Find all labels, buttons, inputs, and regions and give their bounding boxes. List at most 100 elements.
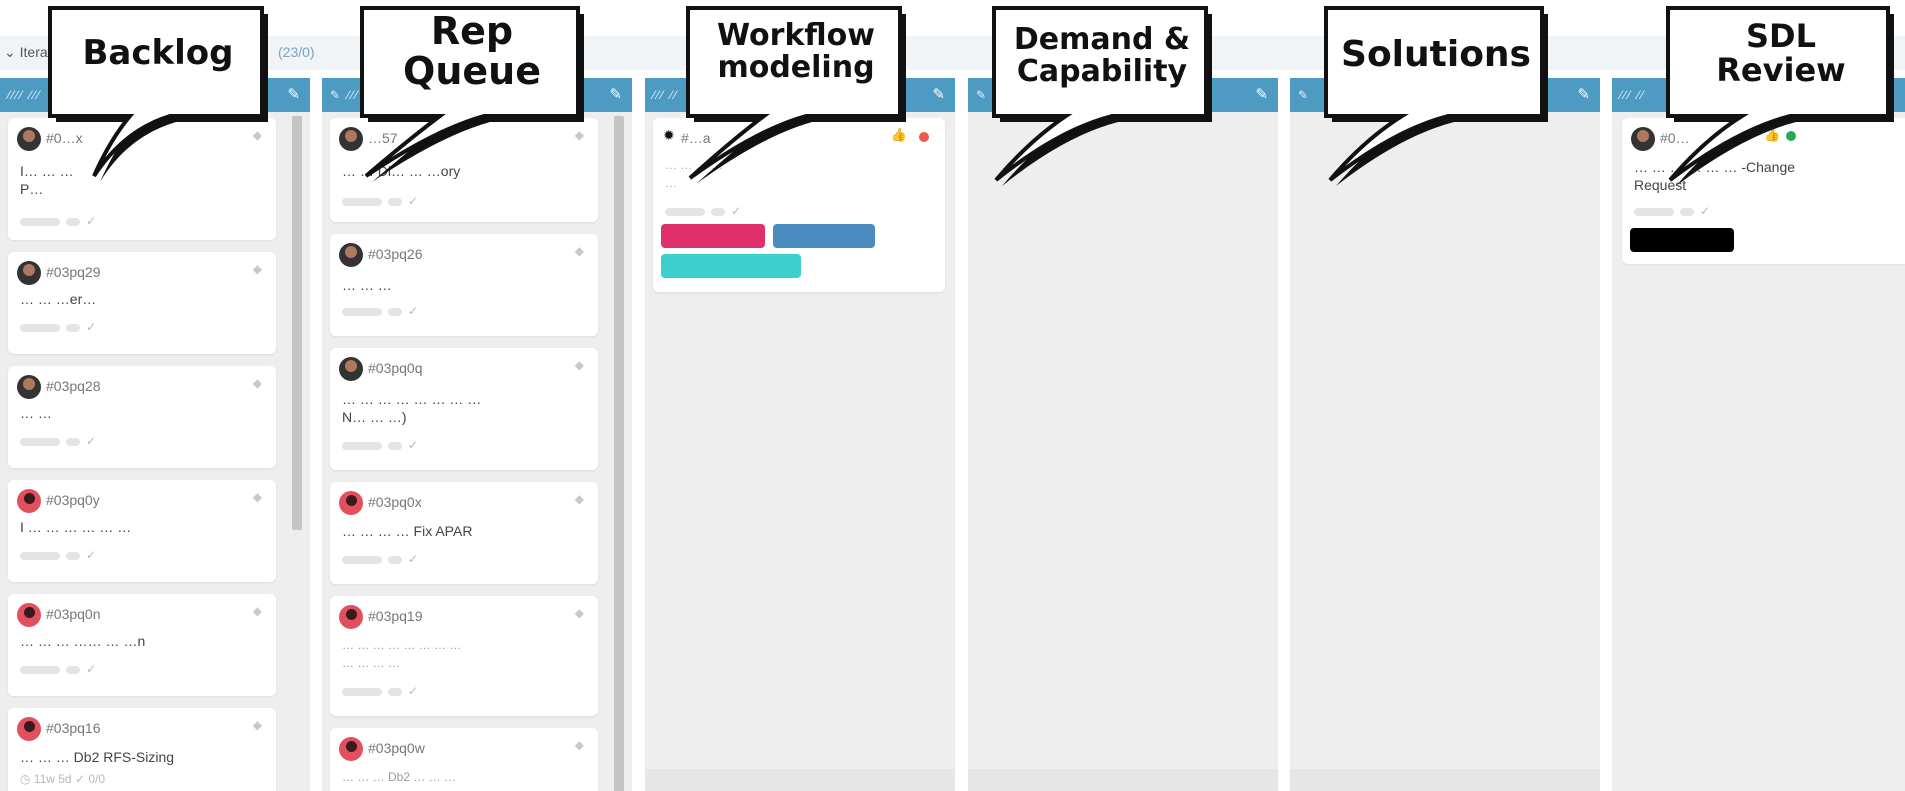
callout-rep-queue: Rep Queue [360,6,586,186]
callout-label: Workflow modeling [717,18,875,85]
callout-bubble [1324,6,1548,186]
card-id: #03pq0w [368,740,425,756]
avatar [339,357,363,381]
card[interactable]: #03pq19 ◆ … … … … … … … … … … … … ✓ [330,596,598,716]
edit-icon[interactable]: ✎ [1255,85,1268,103]
callout-label: Rep Queue [403,9,541,93]
column-footer [968,769,1278,791]
card-id: #03pq16 [46,720,101,736]
edit-icon[interactable]: ✎ [932,85,945,103]
tag-icon[interactable]: ◆ [253,604,262,618]
card-title: … … … …… … …n [20,633,146,649]
card-meta: ◷ 11w 5d ✓ 0/0 [20,772,106,786]
edit-icon[interactable]: ✎ [609,85,622,103]
tag-icon[interactable]: ◆ [575,606,584,620]
card-meta: ✓ [1634,204,1713,218]
card-meta: ✓ [665,204,744,218]
card-meta: ✓ [342,684,421,698]
avatar [17,375,41,399]
card-id: #03pq29 [46,264,101,280]
scrollbar[interactable] [292,116,302,530]
label-chip-teal[interactable] [661,254,801,278]
column-tools[interactable]: ⁄⁄⁄⁄ ⁄⁄⁄ [8,88,41,102]
label-chip-blue[interactable] [773,224,875,248]
card[interactable]: #03pq28 ◆ … … ✓ [8,366,276,468]
avatar [17,261,41,285]
tag-icon[interactable]: ◆ [253,262,262,276]
column-tools[interactable]: ✎ [976,88,988,102]
card-meta: ✓ [20,662,99,676]
label-chip-black[interactable] [1630,228,1734,252]
card[interactable]: #03pq0n ◆ … … … …… … …n ✓ [8,594,276,696]
iteration-bar[interactable]: ⌄ Itera (23/0) [0,36,1905,70]
tag-icon[interactable]: ◆ [575,738,584,752]
card[interactable]: #03pq0y ◆ I … … … … … … ✓ [8,480,276,582]
tag-icon[interactable]: ◆ [253,376,262,390]
avatar [17,127,41,151]
avatar [339,605,363,629]
card[interactable]: #03pq0q ◆ … … … … … … … … N… … …) ✓ [330,348,598,470]
avatar [339,737,363,761]
avatar [17,603,41,627]
callout-solutions: Solutions [1324,6,1550,186]
card-title: … … … … … … … … … … … … [342,638,462,670]
callout-label: SDL Review [1716,17,1846,89]
bug-icon: ✹ [663,127,675,143]
callout-label: Solutions [1341,34,1531,75]
avatar [339,243,363,267]
card-id: #03pq26 [368,246,423,262]
card-title: I … … … … … … [20,519,132,535]
callout-label: Demand & Capability [1013,22,1191,89]
column-tools[interactable]: ⁄⁄⁄ ⁄⁄ [1620,88,1645,102]
column-footer [1290,769,1600,791]
avatar [1631,127,1655,151]
scrollbar[interactable] [614,116,624,791]
card-title: … … …er… [20,291,97,307]
callout-workflow-modeling: Workflow modeling [686,6,908,186]
edit-icon[interactable]: ✎ [287,85,300,103]
tag-icon[interactable]: ◆ [575,492,584,506]
card[interactable]: #03pq16 ◆ … … … Db2 RFS-Sizing ◷ 11w 5d … [8,708,276,791]
card-meta: ✓ [20,214,99,228]
card[interactable]: #03pq0x ◆ … … … … Fix APAR ✓ [330,482,598,584]
card-id: #03pq28 [46,378,101,394]
card-meta: ✓ [342,438,421,452]
callout-demand-capability: Demand & Capability [992,6,1214,186]
tag-icon[interactable]: ◆ [575,358,584,372]
label-chip-pink[interactable] [661,224,765,248]
tag-icon[interactable]: ◆ [253,718,262,732]
card-id: #03pq0y [46,492,100,508]
tag-icon[interactable]: ◆ [253,490,262,504]
card-meta: ✓ [20,548,99,562]
chevron-down-icon: ⌄ [4,44,20,60]
card-title: … … … [342,277,392,293]
card-meta: ✓ [20,320,99,334]
card-title: … … … Db2 … … … [342,770,457,784]
card-title: … … [20,405,52,421]
status-dot-icon [919,132,929,142]
avatar [339,491,363,515]
card-title: … … … … … … … … N… … …) [342,391,482,425]
iteration-label[interactable]: ⌄ Itera [4,44,48,61]
card-title: … … … Db2 RFS-Sizing [20,749,175,765]
iteration-count: (23/0) [278,44,315,60]
card-id: #03pq19 [368,608,423,624]
card-id: #03pq0q [368,360,423,376]
edit-icon[interactable]: ✎ [1577,85,1590,103]
tag-icon[interactable]: ◆ [575,244,584,258]
column-tools[interactable]: ✎ [1298,88,1310,102]
card-id: #03pq0n [46,606,101,622]
callout-sdl-review: SDL Review [1666,6,1896,186]
card[interactable]: #03pq29 ◆ … … …er… ✓ [8,252,276,354]
card-id: #03pq0x [368,494,422,510]
column-tools[interactable]: ⁄⁄⁄ ⁄⁄ [653,88,678,102]
card[interactable]: #03pq0w ◆ … … … Db2 … … … [330,728,598,791]
card-meta: ✓ [20,434,99,448]
callout-label: Backlog [82,33,234,73]
avatar [17,489,41,513]
card[interactable]: #03pq26 ◆ … … … ✓ [330,234,598,336]
column-tools[interactable]: ✎ ⁄⁄⁄ [330,88,359,102]
card-title: … … … … Fix APAR [342,523,473,539]
column-footer [645,769,955,791]
card-meta: ✓ [342,552,421,566]
